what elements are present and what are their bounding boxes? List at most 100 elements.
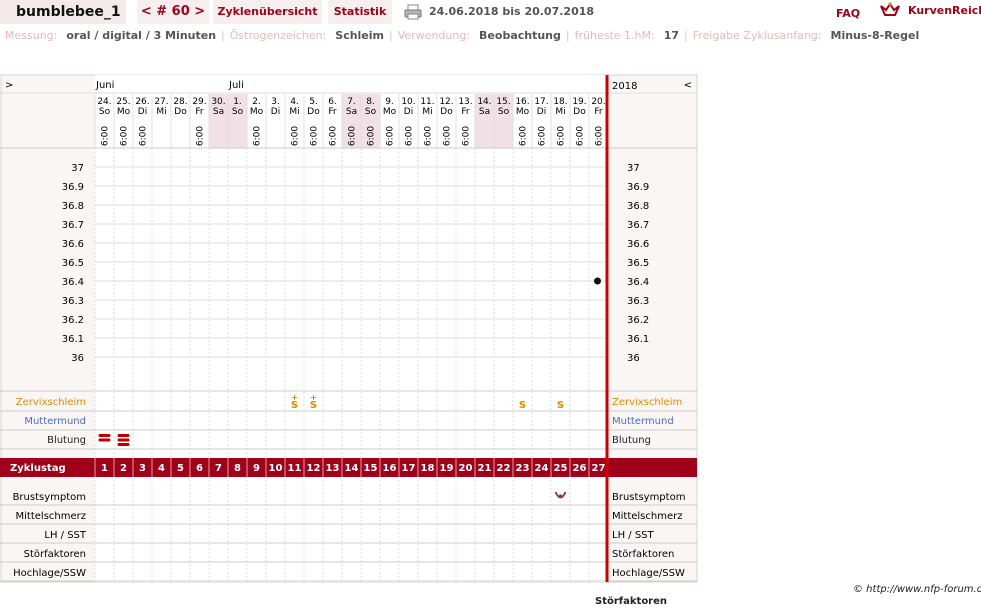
day-weekday: Do: [440, 107, 453, 117]
measure-time: 6:00: [120, 126, 130, 146]
year-label: 2018: [612, 81, 637, 92]
row-label-left: Blutung: [47, 435, 86, 446]
day-weekday: Mi: [156, 107, 166, 117]
day-date: 26.: [135, 97, 149, 107]
bleed-medium-icon[interactable]: [98, 434, 111, 437]
temperature-point[interactable]: [594, 277, 601, 285]
temp-tick-left: 36.2: [62, 315, 84, 326]
day-date: 16.: [515, 97, 529, 107]
measure-time: 6:00: [139, 126, 149, 146]
cycle-day-number: 2: [120, 463, 127, 474]
day-date: 2.: [252, 97, 261, 107]
measure-time: 6:00: [291, 126, 301, 146]
measure-time: 6:00: [101, 126, 111, 146]
temp-tick-right: 37: [627, 163, 640, 174]
month-label: Juli: [228, 80, 244, 91]
measure-time: 6:00: [310, 126, 320, 146]
measure-time: 6:00: [595, 126, 605, 146]
day-date: 29.: [192, 97, 206, 107]
copyright[interactable]: © http://www.nfp-forum.de: [853, 584, 981, 595]
cervix-mucus-mark[interactable]: S: [519, 400, 526, 411]
row-label-left: Hochlage/SSW: [13, 568, 86, 579]
day-weekday: Mi: [422, 107, 432, 117]
temp-tick-right: 36.9: [627, 182, 649, 193]
measure-time: 6:00: [196, 126, 206, 146]
cycle-day-number: 18: [421, 463, 435, 474]
chart-day-area: [95, 75, 608, 582]
day-weekday: Mo: [117, 107, 131, 117]
cycle-day-number: 22: [497, 463, 511, 474]
cycle-day-number: 9: [253, 463, 260, 474]
cycle-chart: > <2018Juni Juli24.So6:0025.Mo6:0026.Di6:0…: [0, 74, 698, 583]
bleed-heavy-icon[interactable]: [117, 443, 130, 446]
cervix-mucus-mark[interactable]: S: [557, 400, 564, 411]
cycle-day-number: 14: [345, 463, 359, 474]
cycle-day-number: 20: [459, 463, 473, 474]
day-weekday: So: [99, 107, 111, 117]
day-weekday: Di: [271, 107, 280, 117]
cervix-mucus-mark[interactable]: S: [310, 400, 317, 411]
day-weekday: So: [232, 107, 244, 117]
bleed-medium-icon[interactable]: [98, 438, 111, 442]
breast-symptom-dot: [558, 494, 563, 498]
cycle-day-number: 12: [307, 463, 321, 474]
temp-tick-right: 36.2: [627, 315, 649, 326]
day-weekday: Fr: [594, 107, 603, 117]
measure-time: 6:00: [253, 126, 263, 146]
day-date: 13.: [458, 97, 472, 107]
day-date: 4.: [290, 97, 299, 107]
measure-time: 6:00: [557, 126, 567, 146]
row-label-right: Brustsymptom: [612, 492, 685, 503]
bleed-heavy-icon[interactable]: [117, 434, 130, 437]
day-weekday: Di: [537, 107, 546, 117]
row-label-right: Zervixschleim: [612, 397, 682, 408]
cycle-day-number: 27: [592, 463, 606, 474]
row-label-left: Mittelschmerz: [16, 511, 86, 522]
day-date: 6.: [328, 97, 337, 107]
measure-time: 6:00: [367, 126, 377, 146]
day-date: 30.: [211, 97, 225, 107]
day-date: 18.: [553, 97, 567, 107]
measure-time: 6:00: [386, 126, 396, 146]
cycle-day-number: 17: [402, 463, 416, 474]
temp-tick-left: 36.4: [62, 277, 84, 288]
day-weekday: Fr: [461, 107, 470, 117]
measure-time: 6:00: [443, 126, 453, 146]
cycle-day-number: 25: [554, 463, 568, 474]
day-date: 15.: [496, 97, 510, 107]
temp-tick-left: 36.6: [62, 239, 84, 250]
cycle-day-number: 10: [269, 463, 283, 474]
day-date: 8.: [366, 97, 375, 107]
nav-next-button[interactable]: <: [684, 80, 692, 91]
row-label-right: Muttermund: [612, 416, 674, 427]
temp-tick-right: 36.3: [627, 296, 649, 307]
nav-prev-button[interactable]: >: [5, 80, 13, 91]
cycle-day-number: 3: [139, 463, 146, 474]
measure-time: 6:00: [405, 126, 415, 146]
day-date: 7.: [347, 97, 356, 107]
cycle-day-number: 5: [177, 463, 184, 474]
day-weekday: Do: [307, 107, 320, 117]
cycle-day-number: 8: [234, 463, 241, 474]
cycle-day-number: 1: [101, 463, 108, 474]
cycle-day-number: 15: [364, 463, 378, 474]
day-weekday: Sa: [479, 107, 490, 117]
bleed-heavy-icon[interactable]: [117, 438, 130, 442]
day-weekday: So: [365, 107, 377, 117]
day-date: 1.: [233, 97, 242, 107]
cervix-mucus-mark[interactable]: S: [291, 400, 298, 411]
day-weekday: Do: [573, 107, 586, 117]
temp-tick-left: 36.7: [62, 220, 84, 231]
temp-tick-right: 36: [627, 353, 640, 364]
row-label-right: LH / SST: [612, 530, 655, 541]
day-weekday: Fr: [195, 107, 204, 117]
measure-time: 6:00: [462, 126, 472, 146]
month-label: Juni: [95, 80, 114, 91]
day-date: 24.: [97, 97, 111, 107]
temp-tick-left: 37: [71, 163, 84, 174]
day-date: 12.: [439, 97, 453, 107]
measure-time: 6:00: [348, 126, 358, 146]
temp-tick-left: 36.3: [62, 296, 84, 307]
day-weekday: So: [498, 107, 510, 117]
row-label-right: Blutung: [612, 435, 651, 446]
